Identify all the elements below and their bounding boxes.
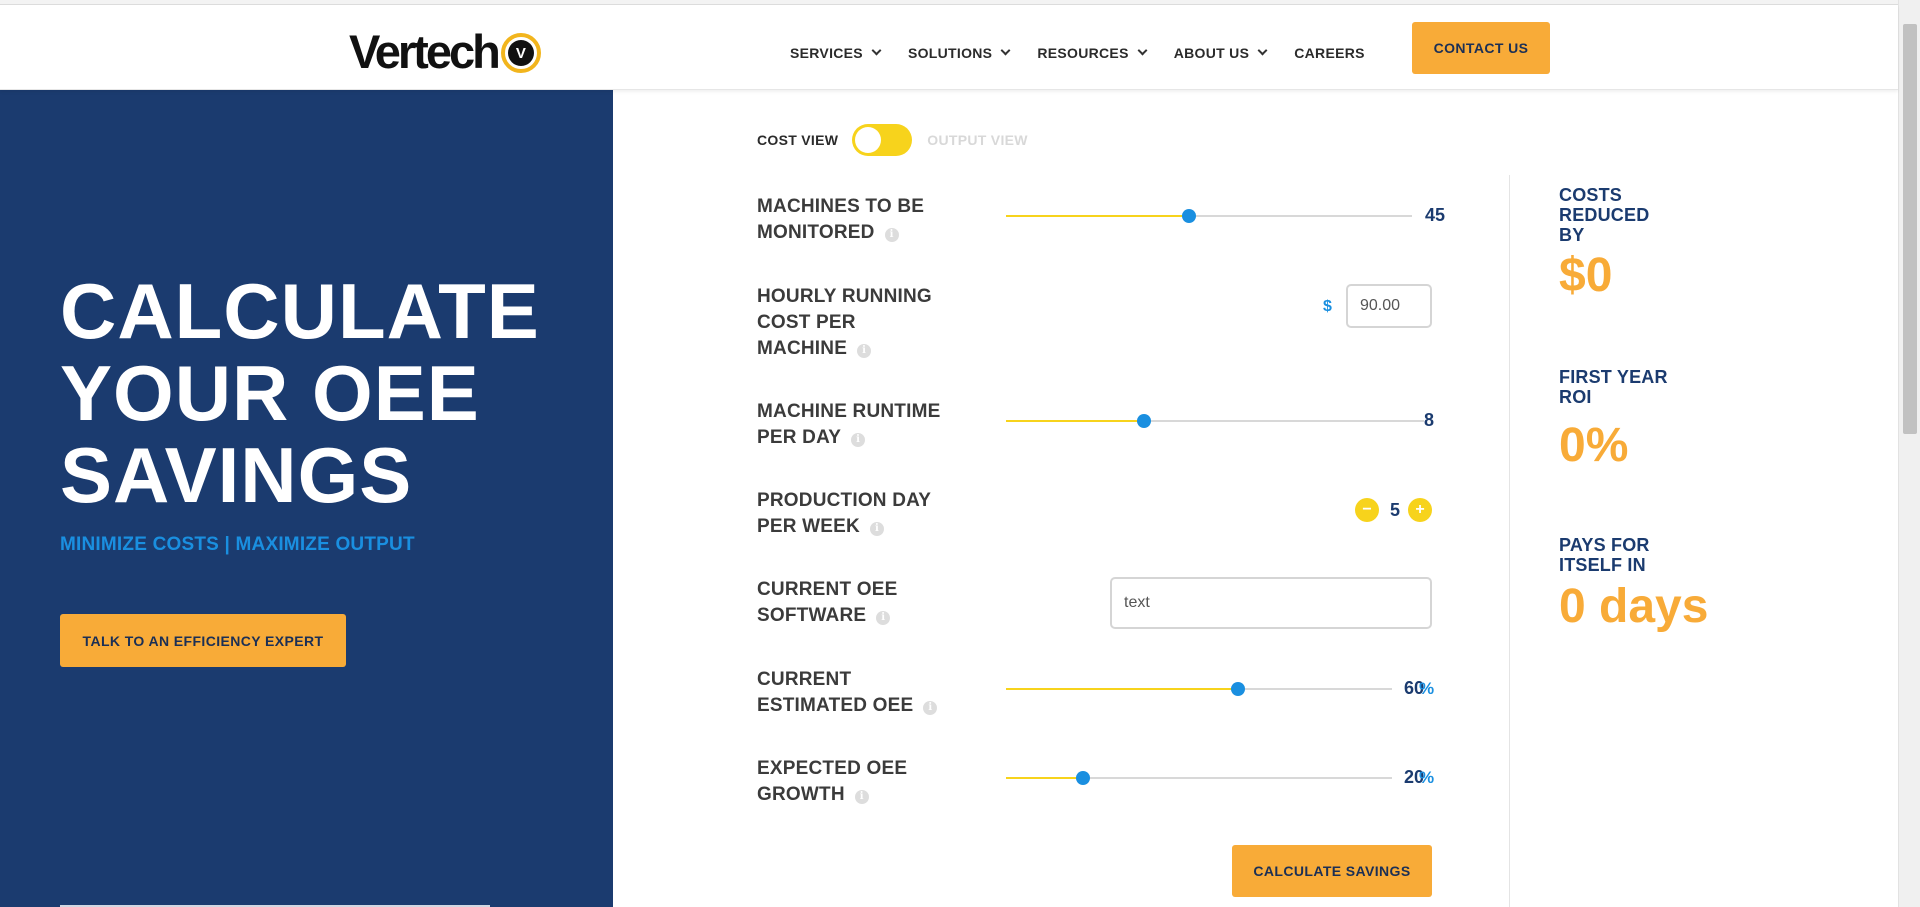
percent-unit: % <box>1419 679 1435 698</box>
runtime-slider[interactable] <box>1006 414 1424 428</box>
production-days-label: PRODUCTION DAY PER WEEK i <box>757 490 931 537</box>
decrement-button[interactable]: − <box>1355 498 1379 522</box>
machines-label: MACHINES TO BE MONITORED i <box>757 196 925 243</box>
expected-growth-label: EXPECTED OEE GROWTH i <box>757 758 908 805</box>
slider-fill <box>1006 777 1084 779</box>
runtime-label: MACHINE RUNTIME PER DAY i <box>757 401 941 448</box>
runtime-row: MACHINE RUNTIME PER DAY i 8 <box>757 399 1439 459</box>
main-nav: SERVICES SOLUTIONS RESOURCES ABOUT US CA… <box>790 27 1393 79</box>
first-year-roi-label: FIRST YEAR ROI <box>1559 367 1668 407</box>
info-icon[interactable]: i <box>876 611 891 625</box>
results-panel: COSTS REDUCED BY $0 FIRST YEAR ROI 0% PA… <box>1559 185 1789 634</box>
runtime-value: 8 <box>1424 410 1435 430</box>
machines-row: MACHINES TO BE MONITORED i 45 <box>757 194 1445 254</box>
chevron-down-icon <box>1137 45 1148 55</box>
current-oee-label: CURRENT ESTIMATED OEE i <box>757 667 957 719</box>
slider-fill <box>1006 420 1144 422</box>
pays-for-itself-label: PAYS FOR ITSELF IN <box>1559 535 1650 575</box>
info-icon[interactable]: i <box>923 701 938 715</box>
chevron-down-icon <box>871 45 882 55</box>
hero-subtitle: MINIMIZE COSTS | MAXIMIZE OUTPUT <box>60 534 415 555</box>
chevron-down-icon <box>1000 45 1011 55</box>
nav-resources[interactable]: RESOURCES <box>1037 45 1148 61</box>
toggle-knob <box>855 127 882 153</box>
view-toggle-row: COST VIEW OUTPUT VIEW <box>757 124 1028 156</box>
nav-services[interactable]: SERVICES <box>790 45 882 61</box>
info-icon[interactable]: i <box>854 790 869 804</box>
first-year-roi-value: 0% <box>1559 419 1629 472</box>
view-toggle-switch[interactable] <box>852 124 913 156</box>
page-scrollbar[interactable] <box>1898 0 1920 907</box>
expected-growth-slider[interactable] <box>1006 771 1392 785</box>
pays-for-itself-value: 0 days <box>1559 580 1709 633</box>
machines-slider[interactable] <box>1006 209 1412 223</box>
slider-thumb[interactable] <box>1076 771 1091 785</box>
currency-symbol: $ <box>1323 298 1332 315</box>
output-view-label[interactable]: OUTPUT VIEW <box>927 132 1028 148</box>
nav-solutions[interactable]: SOLUTIONS <box>908 45 1011 61</box>
info-icon[interactable]: i <box>884 228 899 242</box>
increment-button[interactable]: + <box>1408 498 1432 522</box>
software-row: CURRENT OEE SOFTWARE i text <box>757 577 1439 637</box>
hero-panel: CALCULATE YOUR OEE SAVINGS MINIMIZE COST… <box>0 90 613 907</box>
info-icon[interactable]: i <box>869 522 884 536</box>
expected-growth-row: EXPECTED OEE GROWTH i 20 % <box>757 756 1439 816</box>
slider-thumb[interactable] <box>1136 414 1151 428</box>
hourly-cost-label: HOURLY RUNNING COST PER MACHINE i <box>757 286 932 359</box>
site-header: Vertech V SERVICES SOLUTIONS RESOURCES A… <box>0 5 1898 90</box>
scrollbar-thumb[interactable] <box>1903 24 1917 434</box>
nav-about-us[interactable]: ABOUT US <box>1174 45 1268 61</box>
talk-to-expert-button[interactable]: TALK TO AN EFFICIENCY EXPERT <box>60 614 346 667</box>
contact-us-button[interactable]: CONTACT US <box>1412 22 1550 74</box>
hourly-cost-input[interactable]: 90.00 <box>1346 284 1432 328</box>
production-days-value: 5 <box>1390 500 1401 520</box>
info-icon[interactable]: i <box>857 344 872 358</box>
nav-careers[interactable]: CAREERS <box>1294 45 1365 61</box>
oee-calculator: COST VIEW OUTPUT VIEW MACHINES TO BE MON… <box>613 90 1898 907</box>
slider-fill <box>1006 215 1189 217</box>
slider-thumb[interactable] <box>1230 682 1245 696</box>
info-icon[interactable]: i <box>851 433 866 447</box>
software-input[interactable]: text <box>1110 577 1432 629</box>
software-label: CURRENT OEE SOFTWARE i <box>757 579 898 626</box>
slider-fill <box>1006 688 1238 690</box>
hero-title: CALCULATE YOUR OEE SAVINGS <box>60 267 540 519</box>
results-divider <box>1509 175 1510 907</box>
logo-badge-icon: V <box>500 33 541 73</box>
current-oee-row: CURRENT ESTIMATED OEE i 60 % <box>757 667 1439 727</box>
chevron-down-icon <box>1257 45 1268 55</box>
hourly-cost-row: HOURLY RUNNING COST PER MACHINE i $ 90.00 <box>757 284 1439 364</box>
costs-reduced-value: $0 <box>1559 249 1613 302</box>
percent-unit: % <box>1419 768 1435 787</box>
current-oee-slider[interactable] <box>1006 682 1392 696</box>
calculate-savings-button[interactable]: CALCULATE SAVINGS <box>1232 845 1432 897</box>
vertech-logo[interactable]: Vertech V <box>349 25 541 78</box>
machines-value: 45 <box>1425 205 1446 225</box>
logo-wordmark: Vertech <box>349 24 501 78</box>
production-days-row: PRODUCTION DAY PER WEEK i − 5 + <box>757 488 1439 548</box>
costs-reduced-label: COSTS REDUCED BY <box>1559 185 1650 245</box>
slider-thumb[interactable] <box>1181 209 1196 223</box>
cost-view-label[interactable]: COST VIEW <box>757 132 838 148</box>
